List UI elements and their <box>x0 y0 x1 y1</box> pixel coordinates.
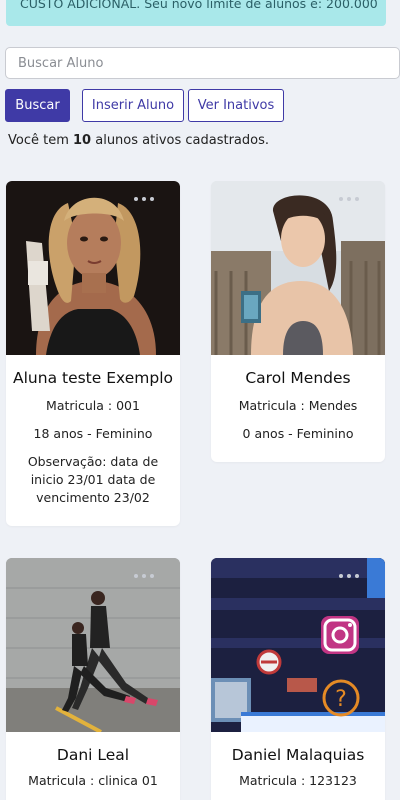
search-button[interactable]: Buscar <box>5 89 70 122</box>
more-options-icon[interactable] <box>339 574 359 580</box>
active-count-text: Você tem 10 alunos ativos cadastrados. <box>8 133 269 148</box>
student-name: Daniel Malaquias <box>231 746 365 764</box>
student-photo <box>211 181 385 355</box>
count-prefix: Você tem <box>8 133 74 148</box>
student-card[interactable]: Aluna teste Exemplo Matricula : 001 18 a… <box>6 181 180 526</box>
student-card[interactable]: ? Daniel Malaquias Matricula : 123123 <box>211 558 385 800</box>
banner-text: CUSTO ADICIONAL. Seu novo limite de alun… <box>20 0 378 11</box>
search-input[interactable] <box>5 47 400 79</box>
count-suffix: alunos ativos cadastrados. <box>91 133 270 148</box>
student-name: Aluna teste Exemplo <box>13 369 173 387</box>
active-count: 10 <box>73 133 92 148</box>
info-banner: CUSTO ADICIONAL. Seu novo limite de alun… <box>6 0 386 26</box>
student-age-gender: 18 anos - Feminino <box>33 426 153 441</box>
student-matricula: Matricula : 123123 <box>239 773 357 788</box>
student-name: Dani Leal <box>56 746 130 764</box>
insert-student-button[interactable]: Inserir Aluno <box>82 89 184 122</box>
student-matricula: Matricula : Mendes <box>238 398 358 413</box>
student-matricula: Matricula : 001 <box>46 398 140 413</box>
student-matricula: Matricula : clinica 01 <box>28 773 158 788</box>
student-photo <box>6 558 180 732</box>
view-inactive-button[interactable]: Ver Inativos <box>188 89 284 122</box>
student-photo: ? <box>211 558 385 732</box>
student-observation: Observação: data de inicio 23/01 data de… <box>27 454 159 505</box>
svg-text:?: ? <box>335 687 347 712</box>
more-options-icon[interactable] <box>134 197 154 203</box>
student-photo <box>6 181 180 355</box>
student-card[interactable]: Carol Mendes Matricula : Mendes 0 anos -… <box>211 181 385 462</box>
more-options-icon[interactable] <box>339 197 359 203</box>
student-name: Carol Mendes <box>245 369 351 387</box>
student-age-gender: 0 anos - Feminino <box>242 426 354 441</box>
student-card[interactable]: Dani Leal Matricula : clinica 01 <box>6 558 180 800</box>
more-options-icon[interactable] <box>134 574 154 580</box>
